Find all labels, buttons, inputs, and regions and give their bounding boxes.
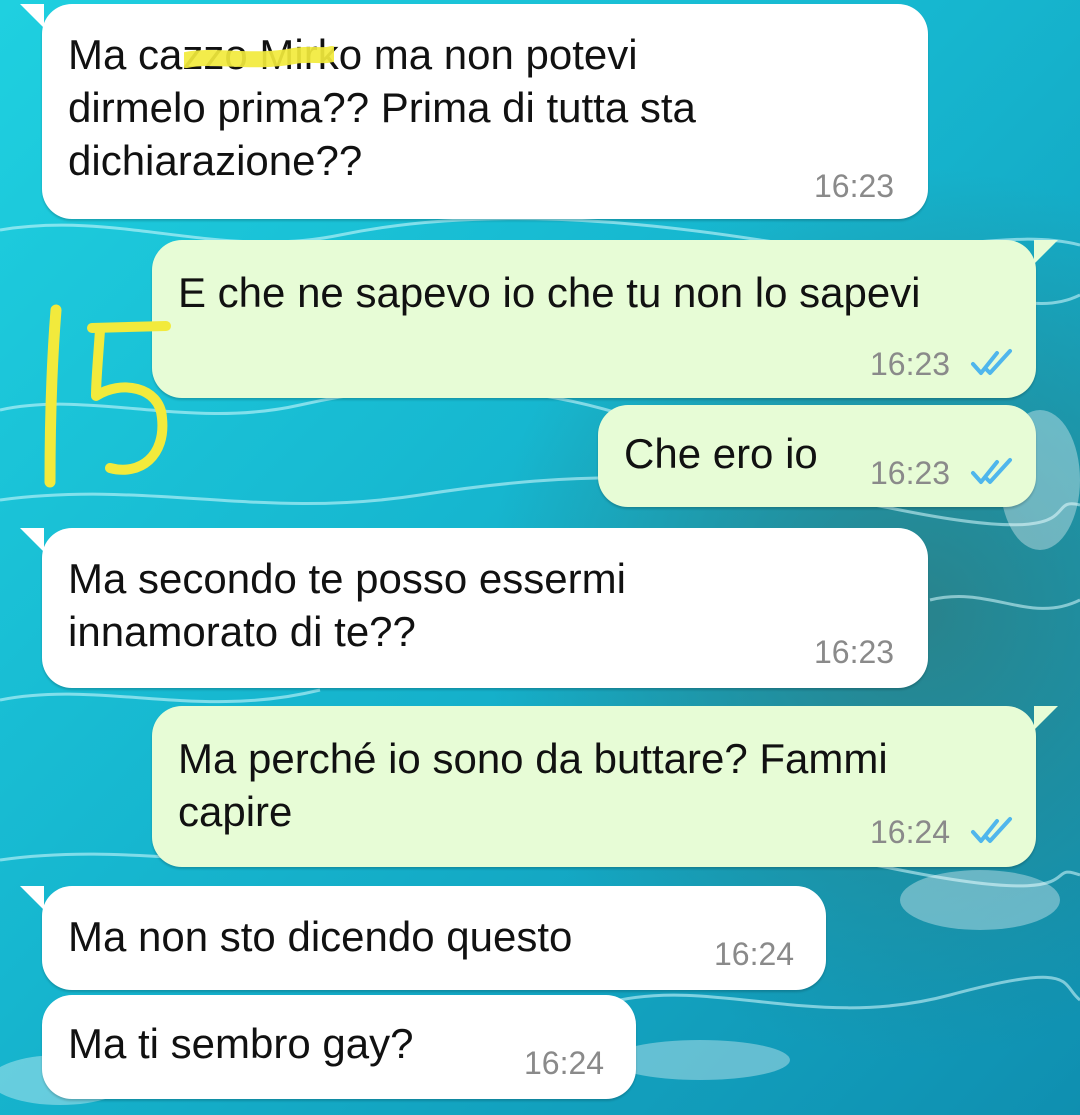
message-bubble-incoming[interactable]: Ma non sto dicendo questo 16:24 — [20, 886, 826, 990]
message-bubble-incoming[interactable]: Ma ti sembro gay? 16:24 — [42, 995, 636, 1099]
bubble-tail — [20, 886, 44, 910]
highlighter-redaction — [184, 46, 334, 68]
bubble-tail — [1034, 240, 1058, 264]
message-timestamp: 16:23 — [814, 168, 895, 204]
message-bubble-incoming[interactable]: Ma secondo te posso essermi innamorato d… — [20, 528, 928, 688]
message-text: Ma secondo te posso essermi innamorato d… — [68, 555, 626, 655]
bubble-tail — [20, 528, 44, 552]
bubble-tail — [1034, 706, 1058, 730]
handwritten-annotation — [44, 304, 171, 488]
message-text: Ma perché io sono da buttare? Fammi capi… — [178, 735, 888, 835]
message-bubble-outgoing[interactable]: Ma perché io sono da buttare? Fammi capi… — [152, 706, 1058, 867]
message-timestamp: 16:23 — [870, 346, 951, 382]
message-text: Ma non sto dicendo questo — [68, 913, 573, 960]
double-check-icon — [971, 817, 1012, 843]
bubble-tail — [20, 4, 44, 28]
chat-screen: Ma cazzo Mirko ma non potevi dirmelo pri… — [0, 0, 1080, 1115]
double-check-icon — [971, 349, 1012, 375]
message-timestamp: 16:23 — [814, 634, 895, 670]
message-text: Ma cazzo Mirko ma non potevi dirmelo pri… — [68, 31, 696, 184]
message-text: Ma ti sembro gay? — [68, 1020, 414, 1067]
message-timestamp: 16:24 — [714, 936, 795, 972]
message-timestamp: 16:24 — [870, 814, 951, 850]
message-timestamp: 16:24 — [524, 1045, 605, 1081]
message-bubble-outgoing[interactable]: E che ne sapevo io che tu non lo sapevi … — [152, 240, 1058, 398]
double-check-icon — [971, 458, 1012, 484]
message-text: E che ne sapevo io che tu non lo sapevi — [178, 269, 921, 316]
message-timestamp: 16:23 — [870, 455, 951, 491]
message-text: Che ero io — [624, 430, 818, 477]
message-bubble-outgoing[interactable]: Che ero io 16:23 — [598, 405, 1036, 507]
message-bubble-incoming[interactable]: Ma cazzo Mirko ma non potevi dirmelo pri… — [20, 4, 928, 219]
